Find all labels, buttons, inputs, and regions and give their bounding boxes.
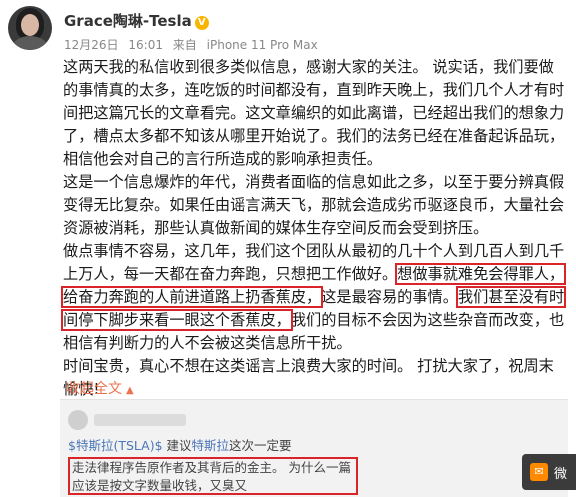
source-prefix: 来自 [172,38,197,52]
avatar-face [21,14,39,36]
post-paragraph-3: 做点事情不容易，这几年，我们这个团队从最初的几十个人到几百人到几千上万人，每一天… [60,240,567,355]
collapse-full-text-link[interactable]: 收起全文 ▲ [66,378,134,398]
user-avatar[interactable] [8,6,52,50]
quoted-text-segment: 建议 [162,438,192,453]
post-paragraph-4: 时间宝贵，真心不想在这类谣言上浪费大家的时间。 打扰大家了，祝周末愉快! [63,357,554,398]
avatar-body [12,36,48,50]
quoted-text-segment: 这次一定要 [229,438,292,453]
collapse-label[interactable]: 收起全文 [66,381,122,397]
post-date: 12月26日 [64,38,119,52]
quoted-highlighted-text: 走法律程序告原作者及其背后的金主。 为什么一篇应该是按文字数量收钱，又臭又 [72,460,351,493]
quoted-text-line-1: $特斯拉(TSLA)$ 建议特斯拉这次一定要 [68,436,358,455]
post-meta: 12月26日 16:01 来自 iPhone 11 Pro Max [64,36,324,53]
username[interactable]: Grace陶琳-Tesla V [64,10,209,31]
post-device[interactable]: iPhone 11 Pro Max [207,38,318,52]
floating-share-button[interactable]: ✉ 微 [522,454,576,490]
post-paragraph-2: 这是一个信息爆炸的年代，消费者面临的信息如此之多，以至于要分辨真假变得无比复杂。… [63,173,565,237]
quoted-post[interactable]: $特斯拉(TSLA)$ 建议特斯拉这次一定要 走法律程序告原作者及其背后的金主。… [60,399,568,497]
quoted-user-avatar[interactable] [68,410,88,430]
post-paragraph-1: 这两天我的私信收到很多类似信息，感谢大家的关注。 说实话，我们要做的事情真的太多… [63,58,565,168]
post-body: 这两天我的私信收到很多类似信息，感谢大家的关注。 说实话，我们要做的事情真的太多… [60,56,567,401]
stock-mention-link[interactable]: $特斯拉(TSLA)$ [68,438,163,453]
caret-up-icon: ▲ [126,385,134,396]
verified-badge-icon: V [194,16,209,30]
mail-icon: ✉ [530,463,548,481]
floating-button-label: 微 [554,467,568,482]
post-text-segment: 这是最容易的事情。 [321,288,458,306]
post-time: 16:01 [128,38,163,52]
username-text[interactable]: Grace陶琳-Tesla [64,12,192,30]
quoted-username-blurred [94,414,186,426]
tesla-mention-link[interactable]: 特斯拉 [192,438,230,453]
